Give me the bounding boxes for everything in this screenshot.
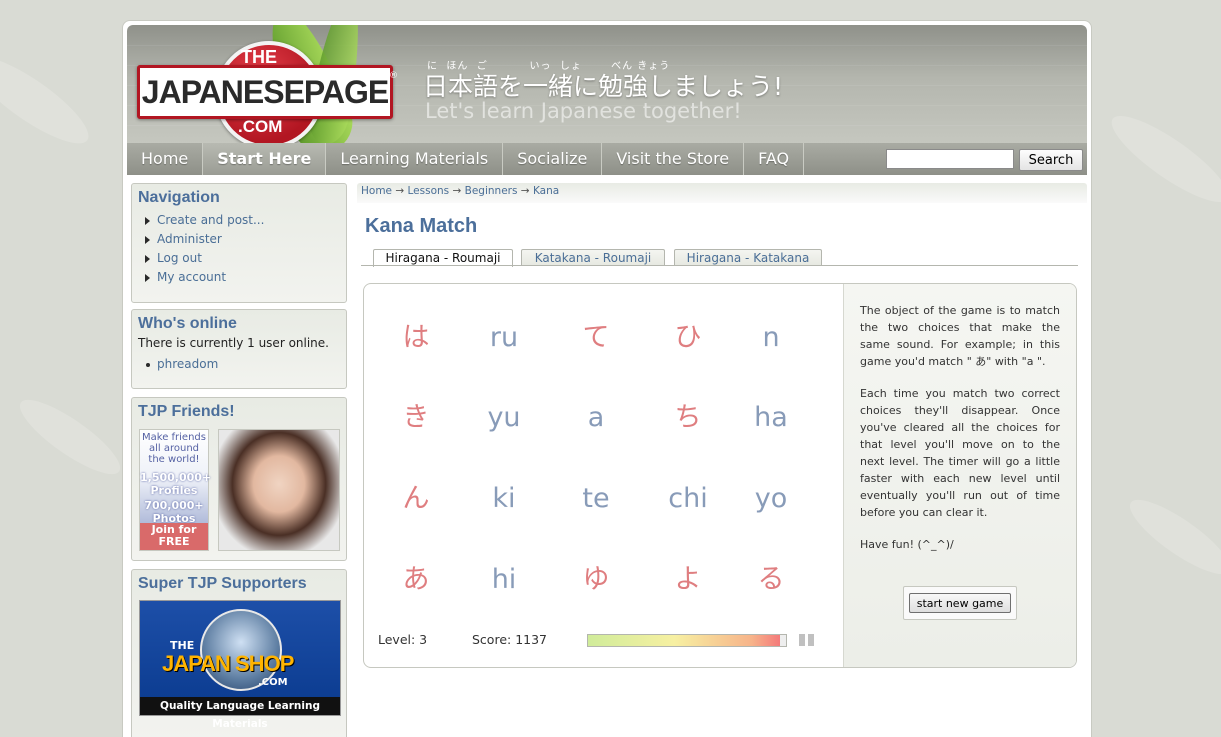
level-display: Level: 3 [378,632,428,647]
search-button[interactable]: Search [1019,149,1083,171]
background-leaf [11,388,129,486]
logo-registered-mark: ® [389,71,398,81]
tab-katakana-roumaji[interactable]: Katakana - Roumaji [521,249,665,266]
kana-card[interactable]: yu [464,398,544,438]
navigation-title: Navigation [138,189,220,206]
arrow-right-icon [145,236,150,244]
instructions-paragraph-2: Each time you match two correct choices … [860,387,1060,519]
kana-card[interactable]: ゆ [556,560,636,600]
friends-block: TJP Friends! Make friends all around the… [131,397,347,561]
kana-card[interactable]: き [376,398,456,438]
start-new-game-button[interactable]: start new game [909,593,1011,613]
nav-learning-materials[interactable]: Learning Materials [326,143,504,175]
search-input[interactable] [886,149,1014,169]
slogan-japanese: 日本語を一緒に勉強しましょう! [423,72,784,101]
whos-online-text: There is currently 1 user online. [138,336,329,350]
background-leaf [1101,103,1221,215]
arrow-right-icon [145,274,150,282]
shop-logo-name: JAPAN SHOP [162,651,294,676]
navigation-block: Navigation Create and post... Administer… [131,183,347,303]
nav-link-administer[interactable]: Administer [140,230,346,249]
kana-card[interactable]: て [556,318,636,358]
kana-card[interactable]: は [376,318,456,358]
nav-faq[interactable]: FAQ [744,143,805,175]
page-container: JAPANESEPAGE THE .COM ® に ほん ご いっ しょ べん … [122,20,1092,737]
instructions-paragraph-1: The object of the game is to match the t… [860,304,1060,368]
timer-fill [588,635,781,646]
logo-com: .COM [238,117,283,136]
breadcrumb-separator: → [520,185,530,197]
tab-hiragana-katakana[interactable]: Hiragana - Katakana [674,249,822,266]
kana-game-panel: は ru てひ n き yu a ち ha ん ki te chi yo あ hi ゆよる Level: 3 S… [363,283,1077,668]
arrow-right-icon [145,255,150,263]
score-display: Score: 1137 [472,632,548,647]
kana-card[interactable]: hi [464,560,544,600]
kana-card[interactable]: よ [648,560,728,600]
breadcrumb-lessons[interactable]: Lessons [408,185,450,197]
breadcrumb: Home → Lessons → Beginners → Kana [357,183,1087,203]
site-header: JAPANESEPAGE THE .COM ® に ほん ご いっ しょ べん … [127,25,1087,143]
friends-ad-text: Make friends all around the world! [142,432,206,465]
whos-online-block: Who's online There is currently 1 user o… [131,309,347,389]
kana-card[interactable]: ち [648,398,728,438]
nav-visit-store[interactable]: Visit the Store [602,143,745,175]
friends-title: TJP Friends! [138,403,235,420]
kana-card[interactable]: る [731,560,811,600]
friends-ad-photos: 700,000+ Photos [144,499,204,525]
kana-grid: は ru てひ n き yu a ち ha ん ki te chi yo あ hi ゆよる [364,284,843,667]
arrow-right-icon [145,217,150,225]
logo-wordmark: JAPANESEPAGE [137,65,393,119]
game-instructions: The object of the game is to match the t… [843,284,1076,667]
supporters-block: Super TJP Supporters THE JAPAN SHOP .COM… [131,569,347,737]
nav-link-account[interactable]: My account [140,268,346,287]
japan-shop-banner[interactable]: THE JAPAN SHOP .COM Quality Language Lea… [139,600,341,730]
pause-icon[interactable] [799,634,815,646]
navigation-list: Create and post... Administer Log out My… [132,211,346,287]
friends-profile-photo[interactable] [218,429,340,551]
online-user-list: phreadom [132,355,346,374]
friends-ad-join: Join for FREE [140,523,208,550]
breadcrumb-home[interactable]: Home [361,185,392,197]
kana-card[interactable]: te [556,479,636,519]
nav-link-logout[interactable]: Log out [140,249,346,268]
instructions-paragraph-3: Have fun! (^_^)/ [860,538,954,551]
shop-logo-tagline: Quality Language Learning Materials [140,697,340,730]
bullet-icon [146,363,150,367]
kana-card[interactable]: yo [731,479,811,519]
breadcrumb-kana[interactable]: Kana [533,185,559,197]
nav-start-here[interactable]: Start Here [203,143,327,175]
kana-card[interactable]: ki [464,479,544,519]
kana-card[interactable]: ru [464,318,544,358]
shop-logo-com: .COM [258,677,288,688]
background-leaf [1121,488,1221,586]
kana-card[interactable]: chi [648,479,728,519]
kana-card[interactable]: ha [731,398,811,438]
breadcrumb-beginners[interactable]: Beginners [465,185,518,197]
nav-socialize[interactable]: Socialize [503,143,603,175]
breadcrumb-separator: → [452,185,462,197]
whos-online-title: Who's online [138,315,237,332]
tabs-divider [361,265,1078,266]
friends-ad-profiles: 1,500,000+ Profiles [140,471,212,497]
kana-card[interactable]: あ [376,560,456,600]
kana-card[interactable]: ん [376,479,456,519]
breadcrumb-separator: → [395,185,405,197]
timer-bar [587,634,787,647]
main-nav: Home Start Here Learning Materials Socia… [127,143,1087,175]
page-title: Kana Match [365,215,478,237]
kana-card[interactable]: n [731,318,811,358]
logo-the: THE [241,47,277,67]
kana-card[interactable]: ひ [648,318,728,358]
friends-ad-banner[interactable]: Make friends all around the world! 1,500… [139,429,212,551]
online-user[interactable]: phreadom [140,355,346,374]
site-logo[interactable]: JAPANESEPAGE THE .COM ® [137,35,398,143]
nav-home[interactable]: Home [127,143,204,175]
background-leaf [0,43,99,157]
new-game-frame: start new game [903,586,1017,620]
kana-card[interactable]: a [556,398,636,438]
nav-link-create[interactable]: Create and post... [140,211,346,230]
supporters-title: Super TJP Supporters [138,575,307,592]
slogan-english: Let's learn Japanese together! [425,99,742,123]
